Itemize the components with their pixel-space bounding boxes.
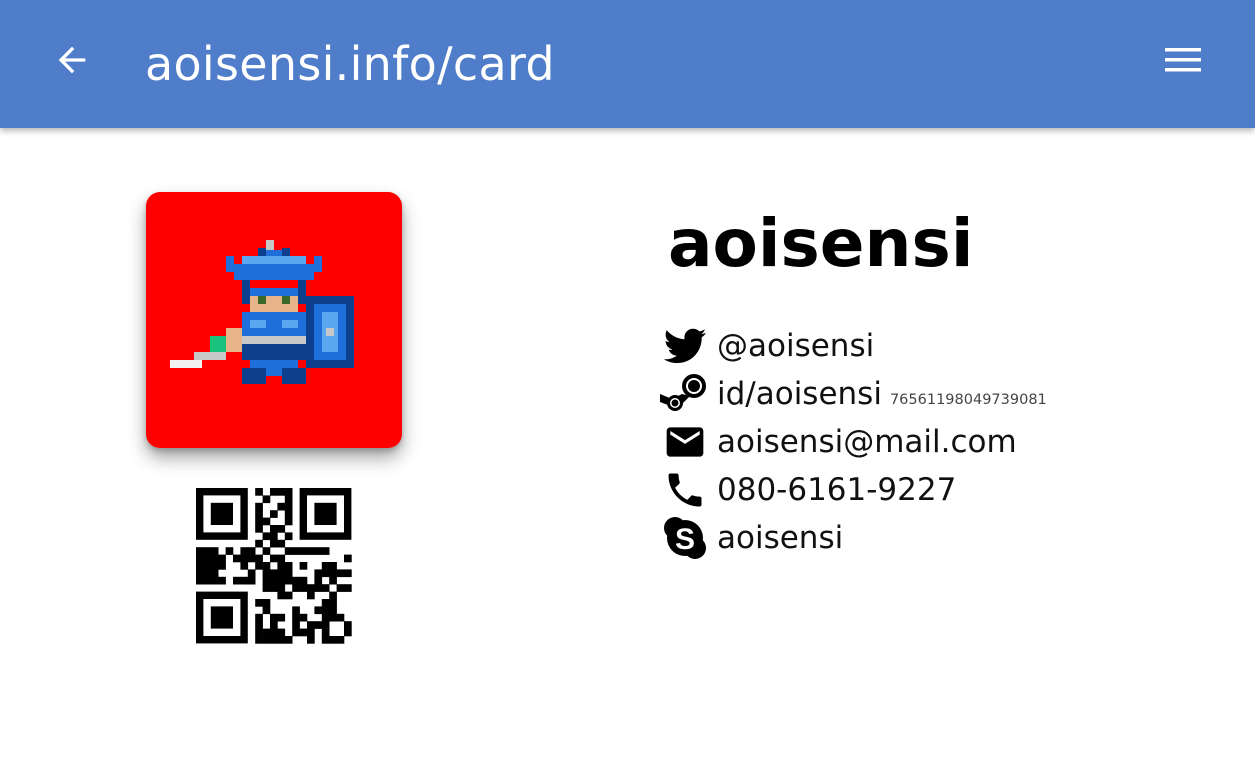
- app-bar: aoisensi.info/card: [0, 0, 1255, 128]
- pixel-knight-icon: [170, 240, 354, 384]
- contact-twitter[interactable]: @aoisensi: [660, 322, 874, 370]
- twitter-icon: [660, 322, 710, 370]
- back-button[interactable]: [48, 36, 96, 84]
- contact-email[interactable]: aoisensi@mail.com: [660, 418, 1017, 466]
- twitter-handle: @aoisensi: [717, 328, 875, 364]
- phone-number: 080-6161-9227: [717, 472, 957, 508]
- avatar: [146, 192, 402, 448]
- steam-id: id/aoisensi: [717, 376, 882, 412]
- contact-skype[interactable]: S aoisensi: [660, 514, 843, 562]
- menu-button[interactable]: [1158, 36, 1208, 84]
- hamburger-menu-icon: [1165, 48, 1201, 72]
- steam-id64: 76561198049739081: [889, 392, 1047, 408]
- email-address: aoisensi@mail.com: [717, 424, 1017, 460]
- page-title: aoisensi.info/card: [145, 37, 555, 91]
- skype-icon: S: [660, 514, 710, 562]
- qr-code-icon: [196, 488, 352, 644]
- email-icon: [660, 418, 710, 466]
- skype-name: aoisensi: [717, 520, 844, 556]
- contact-steam[interactable]: id/aoisensi 76561198049739081: [660, 370, 1047, 418]
- steam-icon: [660, 370, 710, 418]
- phone-icon: [660, 466, 710, 514]
- contact-phone[interactable]: 080-6161-9227: [660, 466, 956, 514]
- arrow-back-icon: [58, 46, 86, 74]
- svg-text:S: S: [675, 523, 695, 556]
- profile-name: aoisensi: [668, 205, 974, 282]
